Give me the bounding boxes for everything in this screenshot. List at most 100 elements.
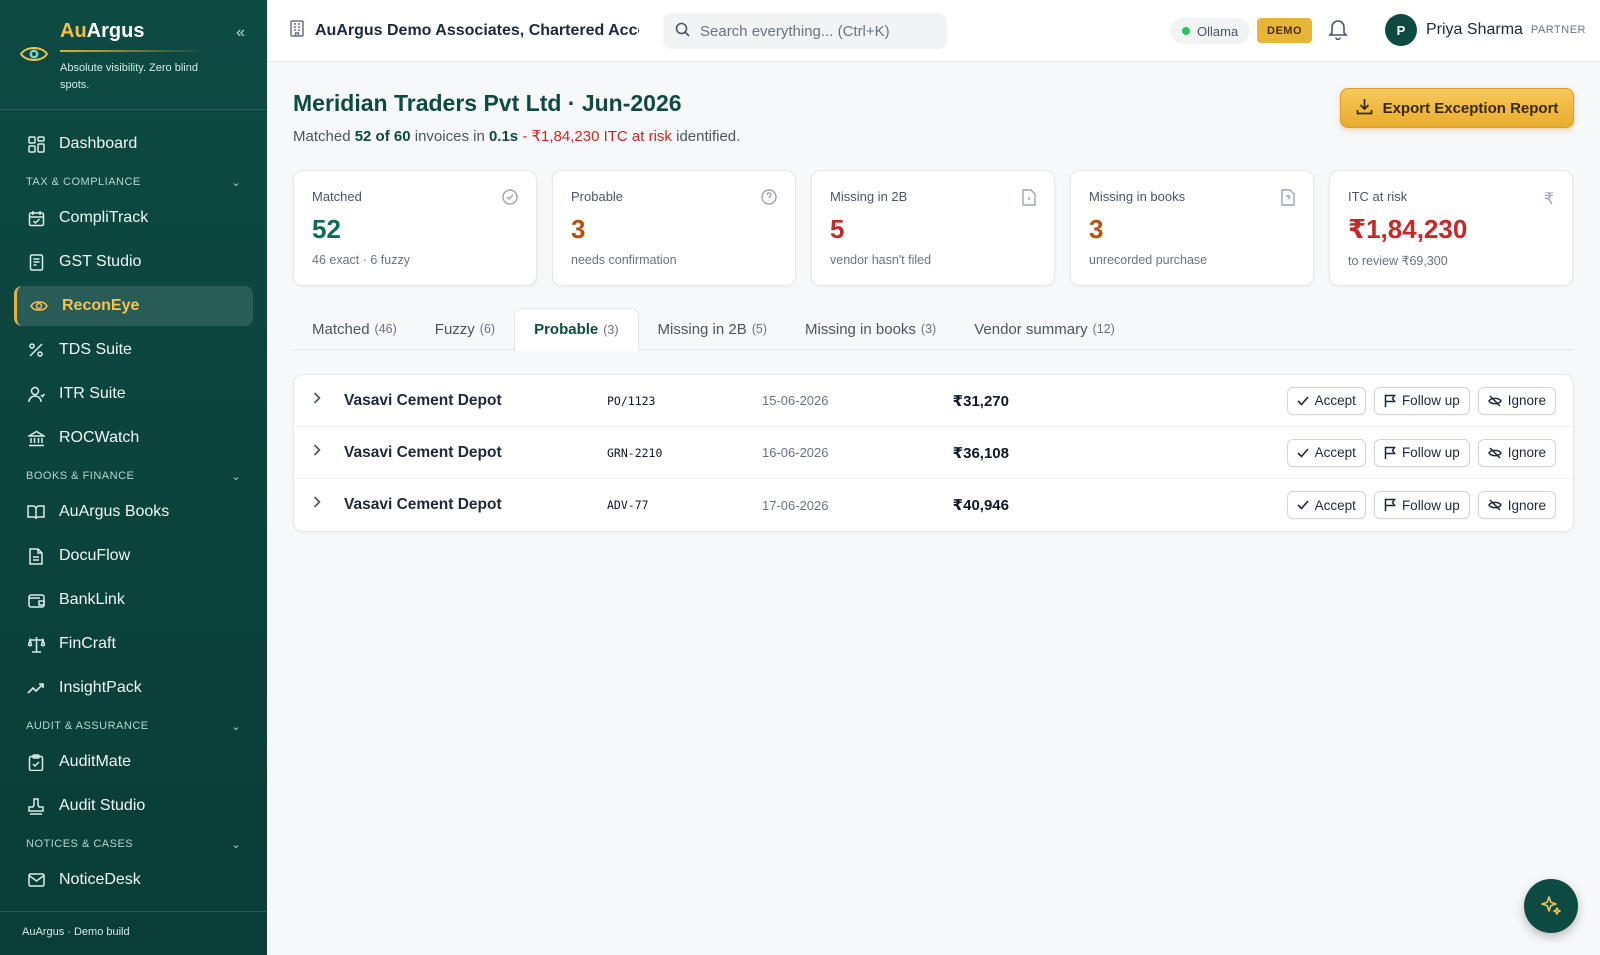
trending-up-icon (27, 679, 45, 697)
row-actions: Accept Follow up Ignore (1286, 438, 1556, 467)
section-tax-compliance[interactable]: TAX & COMPLIANCE ⌄ (26, 170, 241, 194)
tab-missing-in-2b[interactable]: Missing in 2B (5) (639, 308, 786, 350)
sidebar-item-complitrack[interactable]: CompliTrack (14, 198, 253, 238)
card-subtext: unrecorded purchase (1089, 253, 1208, 267)
invoice-date: 17-06-2026 (762, 497, 829, 513)
avatar: P (1385, 14, 1417, 46)
grid-icon (27, 135, 45, 153)
card-label: ITC at risk (1348, 189, 1408, 204)
ignore-button[interactable]: Ignore (1477, 491, 1556, 519)
eye-off-icon (1487, 394, 1502, 407)
book-open-icon (27, 503, 45, 521)
sparkle-icon (1541, 896, 1561, 915)
expand-chevron-icon[interactable] (313, 443, 321, 459)
sidebar-item-auargus-books[interactable]: AuArgus Books (14, 492, 253, 532)
card-value: 52 (312, 214, 341, 244)
section-audit-assurance[interactable]: AUDIT & ASSURANCE ⌄ (26, 714, 241, 738)
search-icon (675, 22, 690, 41)
follow-up-button[interactable]: Follow up (1373, 438, 1470, 467)
accept-button[interactable]: Accept (1286, 386, 1366, 415)
invoice-date: 15-06-2026 (762, 393, 829, 408)
tab-probable[interactable]: Probable (3) (514, 308, 639, 351)
sidebar-item-label: FinCraft (59, 635, 116, 652)
card-probable[interactable]: Probable 3 needs confirmation (552, 170, 796, 286)
row-actions: Accept Follow up Ignore (1286, 386, 1556, 415)
section-notices-cases[interactable]: NOTICES & CASES ⌄ (26, 832, 241, 856)
follow-up-button[interactable]: Follow up (1373, 491, 1470, 519)
sidebar-item-fincraft[interactable]: FinCraft (14, 624, 253, 664)
ignore-button[interactable]: Ignore (1477, 386, 1556, 415)
user-menu[interactable]: P Priya Sharma PARTNER (1385, 14, 1586, 46)
eye-icon (30, 297, 48, 315)
sidebar-item-audit-studio[interactable]: Audit Studio (14, 786, 253, 826)
table-row: Vasavi Cement Depot GRN-2210 16-06-2026 … (294, 427, 1573, 479)
itc-risk-text: ₹1,84,230 ITC at risk (531, 128, 672, 145)
card-value: 5 (830, 214, 845, 244)
card-label: Matched (312, 189, 362, 204)
sidebar-footer: AuArgus · Demo build (0, 911, 267, 955)
section-books-finance[interactable]: BOOKS & FINANCE ⌄ (26, 464, 241, 488)
file-icon (1022, 189, 1036, 211)
table-row: Vasavi Cement Depot PO/1123 15-06-2026 ₹… (294, 375, 1573, 427)
card-value: 3 (1089, 214, 1104, 244)
card-itc-at-risk[interactable]: ITC at risk ₹ ₹1,84,230 to review ₹69,30… (1329, 170, 1573, 286)
topbar: AuArgus Demo Associates, Chartered Accou… (267, 0, 1600, 62)
sidebar-item-label: Audit Studio (59, 797, 146, 814)
sidebar-item-label: AuditMate (59, 753, 132, 770)
search-input[interactable]: Search everything... (Ctrl+K) (663, 13, 947, 49)
sidebar-item-reconeye[interactable]: ReconEye (14, 286, 253, 326)
invoice-amount: ₹40,946 (952, 497, 1009, 514)
sidebar-item-itr-suite[interactable]: ITR Suite (14, 374, 253, 414)
card-subtext: to review ₹69,300 (1348, 254, 1448, 268)
accept-button[interactable]: Accept (1286, 491, 1366, 519)
sidebar-item-label: DocuFlow (59, 547, 131, 564)
tab-matched[interactable]: Matched (46) (293, 308, 416, 350)
ollama-status-badge[interactable]: Ollama (1170, 18, 1251, 44)
export-exception-report-button[interactable]: Export Exception Report (1340, 88, 1574, 128)
card-value: ₹1,84,230 (1348, 214, 1468, 244)
eye-off-icon (1487, 446, 1502, 459)
ignore-button[interactable]: Ignore (1477, 438, 1556, 467)
expand-chevron-icon[interactable] (313, 495, 321, 511)
document-ref: PO/1123 (607, 393, 656, 408)
expand-chevron-icon[interactable] (313, 391, 321, 407)
search-placeholder: Search everything... (Ctrl+K) (700, 22, 890, 40)
organization-switcher[interactable]: AuArgus Demo Associates, Chartered Accou… (289, 20, 639, 42)
chevron-down-icon: ⌄ (231, 720, 241, 733)
sidebar: AuArgus Absolute visibility. Zero blind … (0, 0, 267, 955)
organization-name: AuArgus Demo Associates, Chartered Accou… (315, 22, 639, 39)
tab-vendor-summary[interactable]: Vendor summary (12) (955, 308, 1134, 350)
collapse-sidebar-button[interactable]: « (236, 24, 245, 42)
tab-missing-in-books[interactable]: Missing in books (3) (786, 308, 955, 350)
user-role: PARTNER (1530, 24, 1586, 36)
follow-up-button[interactable]: Follow up (1373, 386, 1470, 415)
sidebar-item-rocwatch[interactable]: ROCWatch (14, 418, 253, 458)
stamp-icon (27, 797, 45, 815)
invoice-date: 16-06-2026 (762, 445, 829, 460)
scale-icon (27, 635, 45, 653)
sidebar-item-noticedesk[interactable]: NoticeDesk (14, 860, 253, 900)
sidebar-item-docuflow[interactable]: DocuFlow (14, 536, 253, 576)
sidebar-item-label: NoticeDesk (59, 871, 141, 888)
accept-button[interactable]: Accept (1286, 438, 1366, 467)
card-matched[interactable]: Matched 52 46 exact · 6 fuzzy (293, 170, 537, 286)
sidebar-item-auditmate[interactable]: AuditMate (14, 742, 253, 782)
sidebar-item-insightpack[interactable]: InsightPack (14, 668, 253, 708)
card-missing-in-books[interactable]: Missing in books 3 unrecorded purchase (1070, 170, 1314, 286)
flag-icon (1384, 446, 1396, 460)
mail-icon (27, 871, 45, 889)
sidebar-item-tds-suite[interactable]: TDS Suite (14, 330, 253, 370)
sidebar-item-dashboard[interactable]: Dashboard (14, 124, 253, 164)
notifications-bell-icon[interactable] (1328, 18, 1348, 45)
invoice-amount: ₹36,108 (952, 444, 1009, 462)
eye-logo-icon (19, 47, 49, 61)
sidebar-item-gst-studio[interactable]: GST Studio (14, 242, 253, 282)
tab-fuzzy[interactable]: Fuzzy (6) (416, 308, 514, 350)
sidebar-item-banklink[interactable]: BankLink (14, 580, 253, 620)
card-missing-in-2b[interactable]: Missing in 2B 5 vendor hasn't filed (811, 170, 1055, 286)
sidebar-item-label: TDS Suite (59, 341, 132, 358)
page-title: Meridian Traders Pvt Ltd · Jun-2026 (293, 90, 682, 116)
check-circle-icon (502, 189, 518, 210)
ai-assistant-button[interactable] (1524, 879, 1578, 933)
brand-tagline: Absolute visibility. Zero blind spots. (60, 62, 198, 91)
